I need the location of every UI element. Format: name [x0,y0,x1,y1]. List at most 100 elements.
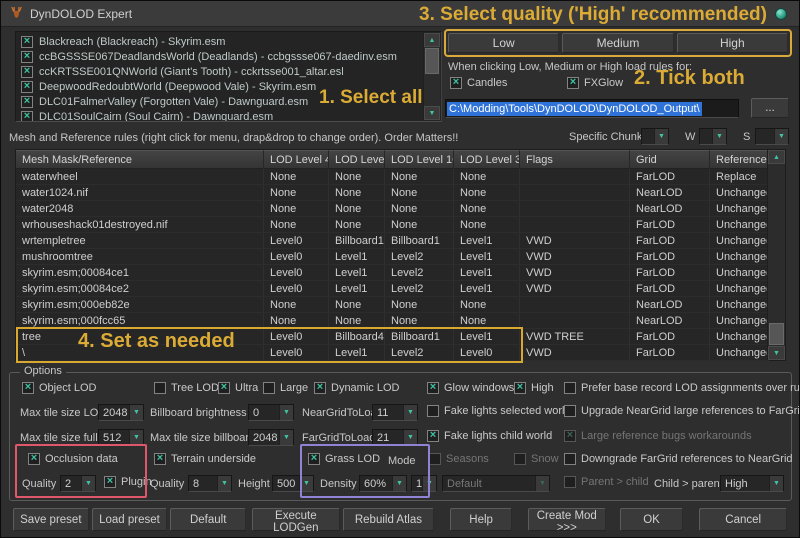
cancel-button[interactable]: Cancel [699,508,787,531]
object-lod-checkbox[interactable]: Object LOD [22,382,96,394]
chevron-down-icon: ▼ [392,476,406,491]
table-row[interactable]: skyrim.esm;000eb82eNoneNoneNoneNoneNearL… [16,297,769,313]
table-cell: FarLOD [630,217,710,232]
checkmark-icon [514,382,526,394]
occlusion-data-checkbox[interactable]: Occlusion data [28,453,118,465]
terrain-quality-dropdown[interactable]: 8▼ [188,475,232,492]
worldspace-item[interactable]: DLC01SoulCairn (Soul Cairn) - Dawnguard.… [18,109,423,122]
options-group-label: Options [20,365,66,377]
high-checkbox[interactable]: High [514,382,554,394]
table-row[interactable]: wrhouseshack01destroyed.nifNoneNoneNoneN… [16,217,769,233]
prefer-base-record-checkbox[interactable]: Prefer base record LOD assignments over … [564,382,800,394]
fxglow-checkbox[interactable]: FXGlow [567,77,623,89]
max-tile-size-lod-dropdown[interactable]: 2048▼ [98,404,144,421]
scroll-down-icon[interactable]: ▼ [768,346,785,360]
table-cell: Unchanged [710,185,769,200]
table-cell: None [264,217,329,232]
parent-child-checkbox[interactable]: Parent > child [564,476,649,488]
scroll-up-icon[interactable]: ▲ [768,150,785,164]
column-header[interactable]: Mesh Mask/Reference [16,150,264,169]
table-cell: Level0 [264,249,329,264]
fake-lights-child-checkbox[interactable]: Fake lights child world [427,430,552,442]
create-mod-button[interactable]: Create Mod >>> [528,508,606,531]
table-cell: None [454,201,520,216]
column-header[interactable]: LOD Level 16 [385,150,454,169]
execute-lodgen-button[interactable]: Execute LODGen [252,508,340,531]
scroll-up-icon[interactable]: ▲ [424,33,440,47]
large-checkbox[interactable]: Large [263,382,308,394]
checkmark-icon [154,453,166,465]
help-button[interactable]: Help [450,508,512,531]
quality-medium-button[interactable]: Medium [562,33,673,53]
window-orb-icon[interactable] [775,8,787,20]
scroll-down-icon[interactable]: ▼ [424,106,440,120]
table-row[interactable]: skyrim.esm;000fcc65NoneNoneNoneNoneNearL… [16,313,769,329]
occlusion-quality-dropdown[interactable]: 2▼ [60,475,96,492]
candles-checkbox[interactable]: Candles [450,77,507,89]
table-row[interactable]: water1024.nifNoneNoneNoneNoneNearLODUnch… [16,185,769,201]
table-row[interactable]: skyrim.esm;00084ce1Level0Level1Level2Lev… [16,265,769,281]
column-header[interactable]: Grid [630,150,710,169]
chunk-s-dropdown[interactable]: ▼ [755,128,789,145]
glow-windows-checkbox[interactable]: Glow windows [427,382,514,394]
default-button[interactable]: Default [170,508,246,531]
table-row[interactable]: skyrim.esm;00084ce2Level0Level1Level2Lev… [16,281,769,297]
downgrade-fargrid-checkbox[interactable]: Downgrade FarGrid references to NearGrid [564,453,793,465]
chevron-down-icon: ▼ [279,430,293,445]
table-row[interactable]: mushroomtreeLevel0Level1Level2Level1VWDF… [16,249,769,265]
load-preset-button[interactable]: Load preset [92,508,168,531]
ultra-checkbox[interactable]: Ultra [218,382,258,394]
column-header[interactable]: Flags [520,150,630,169]
browse-button[interactable]: ... [751,98,789,118]
ok-button[interactable]: OK [620,508,684,531]
column-header[interactable]: LOD Level 32 [454,150,520,169]
column-header[interactable]: LOD Level 4 [264,150,329,169]
dynamic-lod-checkbox[interactable]: Dynamic LOD [314,382,399,394]
neargridtoload-dropdown[interactable]: 11▼ [372,404,418,421]
snow-checkbox: Snow [514,453,559,465]
scroll-track[interactable] [768,164,785,322]
chevron-down-icon: ▼ [403,430,417,445]
max-tile-size-full-dropdown[interactable]: 512▼ [98,429,144,446]
table-row[interactable]: waterwheelNoneNoneNoneNoneFarLODReplace [16,169,769,185]
table-row[interactable]: water2048NoneNoneNoneNoneNearLODUnchange… [16,201,769,217]
column-header[interactable]: Reference [710,150,769,169]
table-row[interactable]: wrtempletreeLevel0Billboard1Billboard1Le… [16,233,769,249]
terrain-underside-checkbox[interactable]: Terrain underside [154,453,256,465]
table-cell: FarLOD [630,233,710,248]
grass-density-dropdown[interactable]: 60%▼ [359,475,407,492]
scroll-thumb[interactable] [769,323,784,345]
grass-lod-checkbox[interactable]: Grass LOD [308,453,380,465]
table-cell: None [264,201,329,216]
grass-mode-dropdown[interactable]: 1▼ [411,475,437,492]
worldspace-item[interactable]: Blackreach (Blackreach) - Skyrim.esm [18,34,423,49]
table-cell: None [385,201,454,216]
table-scrollbar[interactable]: ▲ ▼ [767,150,785,360]
save-preset-button[interactable]: Save preset [13,508,89,531]
terrain-height-dropdown[interactable]: 500▼ [272,475,314,492]
occlusion-plugin-checkbox[interactable]: Plugin [104,476,152,488]
rules-table[interactable]: Mesh Mask/ReferenceLOD Level 4LOD Level … [15,149,786,361]
child-parent-dropdown[interactable]: High▼ [720,475,784,492]
worldspace-scrollbar[interactable]: ▲ ▼ [423,33,440,120]
table-cell: Level1 [454,249,520,264]
upgrade-neargrid-checkbox[interactable]: Upgrade NearGrid large references to Far… [564,405,800,417]
max-tile-size-billboard-dropdown[interactable]: 2048▼ [248,429,294,446]
tree-lod-checkbox[interactable]: Tree LOD [154,382,219,394]
worldspace-item[interactable]: ccKRTSSE001QNWorld (Giant's Tooth) - cck… [18,64,423,79]
worldspace-item[interactable]: ccBGSSSE067DeadlandsWorld (Deadlands) - … [18,49,423,64]
column-header[interactable]: LOD Level 8 [329,150,385,169]
scroll-thumb[interactable] [425,48,439,74]
quality-high-button[interactable]: High [677,33,788,53]
fake-lights-selected-checkbox[interactable]: Fake lights selected world [427,405,571,417]
output-path-input[interactable]: C:\Modding\Tools\DynDOLOD\DynDOLOD_Outpu… [445,99,739,118]
scroll-track[interactable] [424,75,440,106]
quality-low-button[interactable]: Low [448,33,559,53]
table-cell: None [329,297,385,312]
specific-chunk-dropdown[interactable]: ▼ [641,128,669,145]
rebuild-atlas-button[interactable]: Rebuild Atlas [343,508,435,531]
fargridtoload-dropdown[interactable]: 21▼ [372,429,418,446]
billboard-brightness-dropdown[interactable]: 0▼ [248,404,294,421]
checkmark-icon [21,36,33,48]
chunk-w-dropdown[interactable]: ▼ [699,128,727,145]
